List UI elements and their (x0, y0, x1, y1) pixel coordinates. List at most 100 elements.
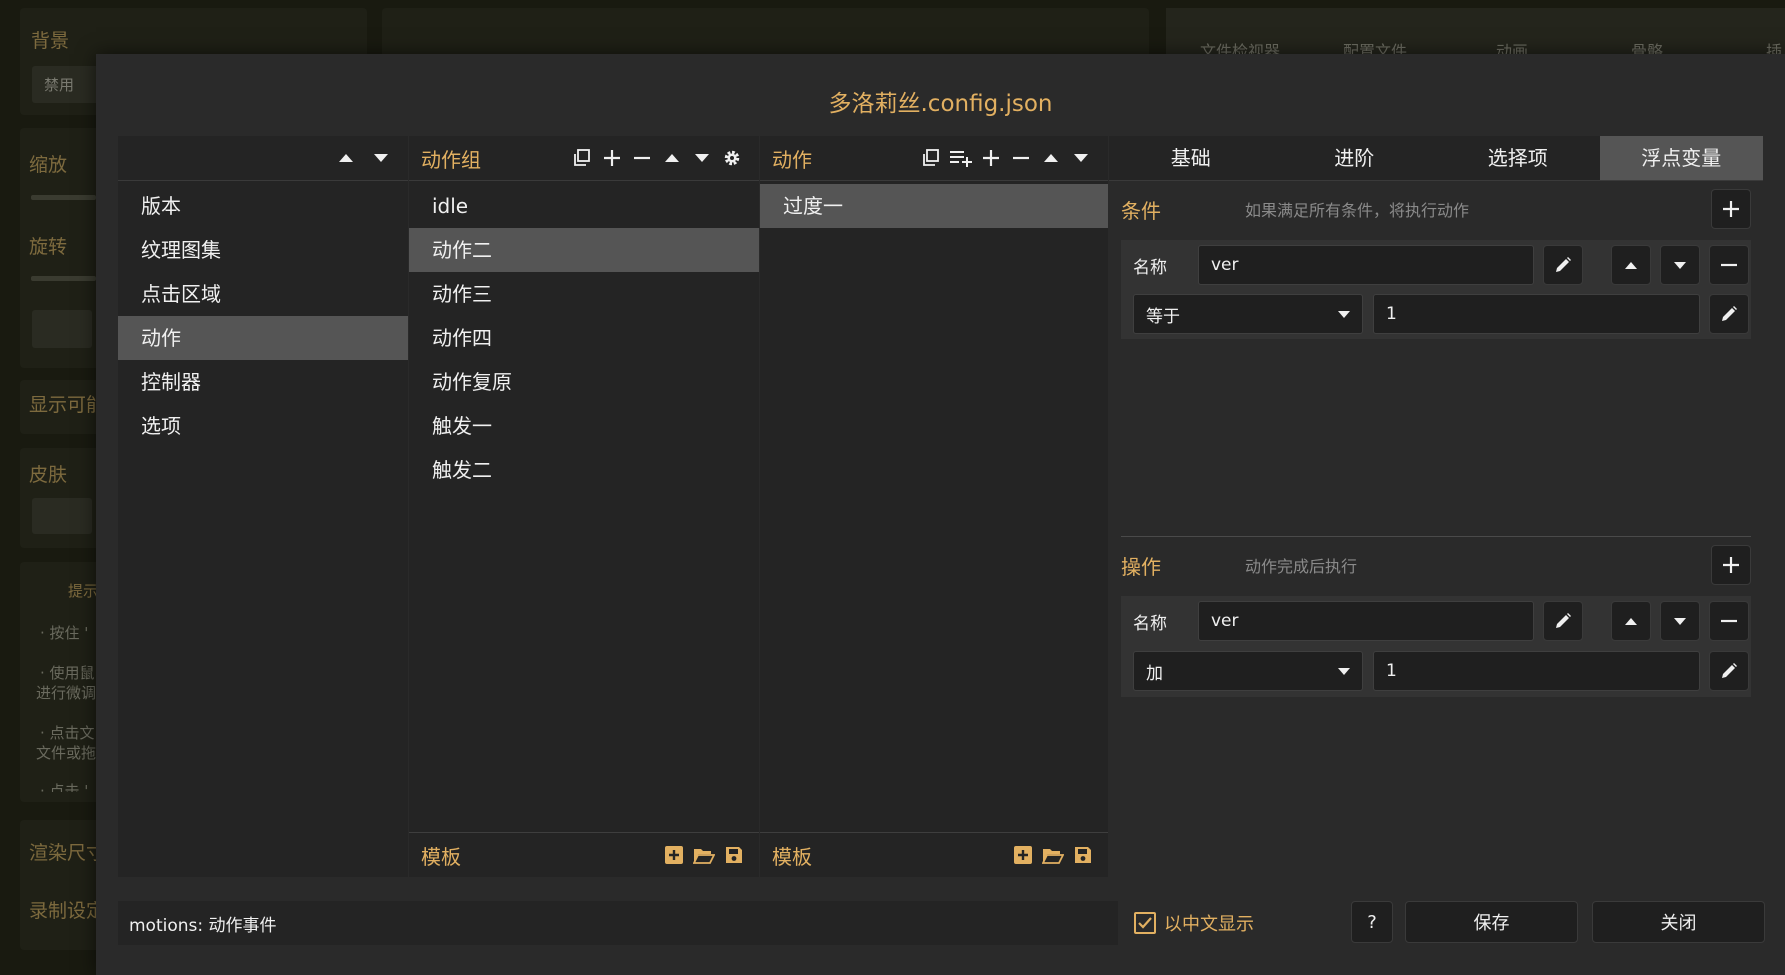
bg-hint-1: · 按住 ' (40, 624, 89, 642)
condition-name-label: 名称 (1133, 257, 1167, 278)
category-item-version[interactable]: 版本 (118, 184, 408, 228)
gear-icon[interactable] (717, 143, 747, 173)
category-item-motion[interactable]: 动作 (118, 316, 408, 360)
conditions-title: 条件 (1121, 198, 1161, 223)
copy-icon[interactable] (916, 143, 946, 173)
motion-detail-panel: 基础 进阶 选择项 浮点变量 条件 如果满足所有条件，将执行动作 名称 ver (1109, 136, 1763, 877)
condition-item: 名称 ver 等于 1 (1121, 240, 1751, 339)
bg-label-visible: 显示可能 (29, 394, 106, 416)
close-button[interactable]: 关闭 (1592, 901, 1765, 943)
motion-group-item[interactable]: 动作三 (409, 272, 759, 316)
move-up-button[interactable] (1611, 245, 1651, 285)
category-item-options[interactable]: 选项 (118, 404, 408, 448)
move-up-icon[interactable] (331, 143, 361, 173)
folder-open-icon[interactable] (689, 840, 719, 870)
operations-hint: 动作完成后执行 (1245, 557, 1358, 576)
motion-group-item[interactable]: 动作二 (409, 228, 759, 272)
show-chinese-toggle[interactable]: 以中文显示 (1134, 901, 1254, 945)
move-down-icon[interactable] (1066, 143, 1096, 173)
add-operation-button[interactable] (1711, 545, 1751, 585)
detail-tabs: 基础 进阶 选择项 浮点变量 (1109, 136, 1763, 181)
dialog-footer: motions: 动作事件 以中文显示 ? 保存 关闭 (118, 879, 1765, 975)
add-icon[interactable] (597, 143, 627, 173)
remove-condition-button[interactable] (1709, 245, 1749, 285)
category-item-texture-atlas[interactable]: 纹理图集 (118, 228, 408, 272)
remove-operation-button[interactable] (1709, 601, 1749, 641)
edit-value-button[interactable] (1709, 294, 1749, 334)
copy-icon[interactable] (567, 143, 597, 173)
move-down-icon[interactable] (366, 143, 396, 173)
checkbox-checked-icon[interactable] (1134, 912, 1156, 934)
motion-group-footer: 模板 (409, 832, 759, 877)
bg-hint-2: · 使用鼠 (40, 664, 95, 682)
bg-scale-slider (31, 195, 96, 200)
move-up-icon[interactable] (1036, 143, 1066, 173)
section-divider (1121, 536, 1751, 537)
tab-basic[interactable]: 基础 (1109, 136, 1273, 180)
bg-label-record: 录制设定 (29, 900, 106, 922)
motion-group-title: 动作组 (421, 147, 481, 172)
save-icon[interactable] (719, 840, 749, 870)
add-template-icon[interactable] (659, 840, 689, 870)
condition-name-input[interactable]: ver (1198, 245, 1534, 285)
remove-icon[interactable] (627, 143, 657, 173)
bg-label-scale: 缩放 (29, 154, 68, 176)
move-up-icon[interactable] (657, 143, 687, 173)
edit-name-button[interactable] (1543, 245, 1583, 285)
motion-item[interactable]: 过度一 (760, 184, 1108, 228)
condition-operator-value: 等于 (1146, 306, 1180, 327)
config-dialog: 多洛莉丝.config.json 版本 纹理图集 点击区域 动作 控制器 选项 … (96, 54, 1785, 975)
operation-name-label: 名称 (1133, 613, 1167, 634)
operation-name-row: 名称 ver (1121, 599, 1751, 643)
bg-hint-title: 提示 (68, 582, 99, 600)
category-item-hit-area[interactable]: 点击区域 (118, 272, 408, 316)
motion-group-item[interactable]: idle (409, 184, 759, 228)
move-down-button[interactable] (1660, 245, 1700, 285)
bg-label-render-size: 渲染尺寸 (29, 842, 106, 864)
operation-operator-select[interactable]: 加 (1133, 651, 1363, 691)
bg-hint-6: · 点击 ' (40, 782, 89, 792)
bg-hint-3: 进行微调 (36, 684, 97, 702)
operation-value-input[interactable]: 1 (1373, 651, 1700, 691)
template-title: 模板 (772, 844, 812, 869)
motion-panel: 动作 过度一 模板 (760, 136, 1108, 877)
motion-list: 过度一 (760, 181, 1108, 228)
edit-name-button[interactable] (1543, 601, 1583, 641)
motion-header: 动作 (760, 136, 1108, 181)
add-icon[interactable] (976, 143, 1006, 173)
tab-float-variables[interactable]: 浮点变量 (1599, 136, 1763, 180)
condition-operator-select[interactable]: 等于 (1133, 294, 1363, 334)
conditions-hint: 如果满足所有条件，将执行动作 (1245, 201, 1470, 220)
insert-list-icon[interactable] (946, 143, 976, 173)
tab-advanced[interactable]: 进阶 (1273, 136, 1437, 180)
motion-group-header: 动作组 (409, 136, 759, 181)
save-icon[interactable] (1068, 840, 1098, 870)
motion-group-item[interactable]: 触发二 (409, 448, 759, 492)
bg-label-background: 背景 (31, 30, 70, 52)
help-button[interactable]: ? (1351, 901, 1393, 943)
tab-choices[interactable]: 选择项 (1436, 136, 1600, 180)
bg-disabled-field: 禁用 (32, 66, 102, 103)
remove-icon[interactable] (1006, 143, 1036, 173)
motion-group-item[interactable]: 动作四 (409, 316, 759, 360)
move-down-icon[interactable] (687, 143, 717, 173)
operation-name-input[interactable]: ver (1198, 601, 1534, 641)
motion-group-item[interactable]: 动作复原 (409, 360, 759, 404)
category-item-controller[interactable]: 控制器 (118, 360, 408, 404)
category-panel: 版本 纹理图集 点击区域 动作 控制器 选项 (118, 136, 408, 877)
motion-group-item[interactable]: 触发一 (409, 404, 759, 448)
operation-value-row: 加 1 (1121, 649, 1751, 693)
save-button[interactable]: 保存 (1405, 901, 1578, 943)
edit-value-button[interactable] (1709, 651, 1749, 691)
bg-label-rotate: 旋转 (29, 236, 68, 258)
add-condition-button[interactable] (1711, 189, 1751, 229)
bg-hint-5: 文件或拖 (36, 744, 97, 762)
move-down-button[interactable] (1660, 601, 1700, 641)
condition-name-row: 名称 ver (1121, 243, 1751, 287)
add-template-icon[interactable] (1008, 840, 1038, 870)
folder-open-icon[interactable] (1038, 840, 1068, 870)
condition-value-input[interactable]: 1 (1373, 294, 1700, 334)
chevron-down-icon (1338, 310, 1350, 318)
conditions-header: 条件 如果满足所有条件，将执行动作 (1121, 188, 1751, 230)
move-up-button[interactable] (1611, 601, 1651, 641)
